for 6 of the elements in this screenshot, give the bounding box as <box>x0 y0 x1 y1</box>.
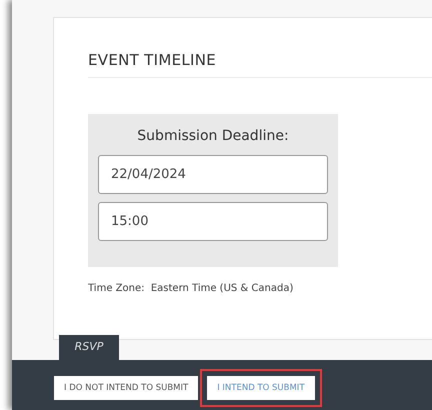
rsvp-button[interactable]: I DO NOT INTEND TO SUBMIT <box>54 376 198 400</box>
time-field[interactable]: 15:00 <box>98 202 328 241</box>
date-field[interactable]: 22/04/2024 <box>98 155 328 194</box>
deadline-label: Submission Deadline: <box>136 127 290 146</box>
time-zone-text: Time Zone: Eastern Time (US & Canada) <box>88 282 294 296</box>
section-title: EVENT TIMELINE <box>88 51 432 78</box>
